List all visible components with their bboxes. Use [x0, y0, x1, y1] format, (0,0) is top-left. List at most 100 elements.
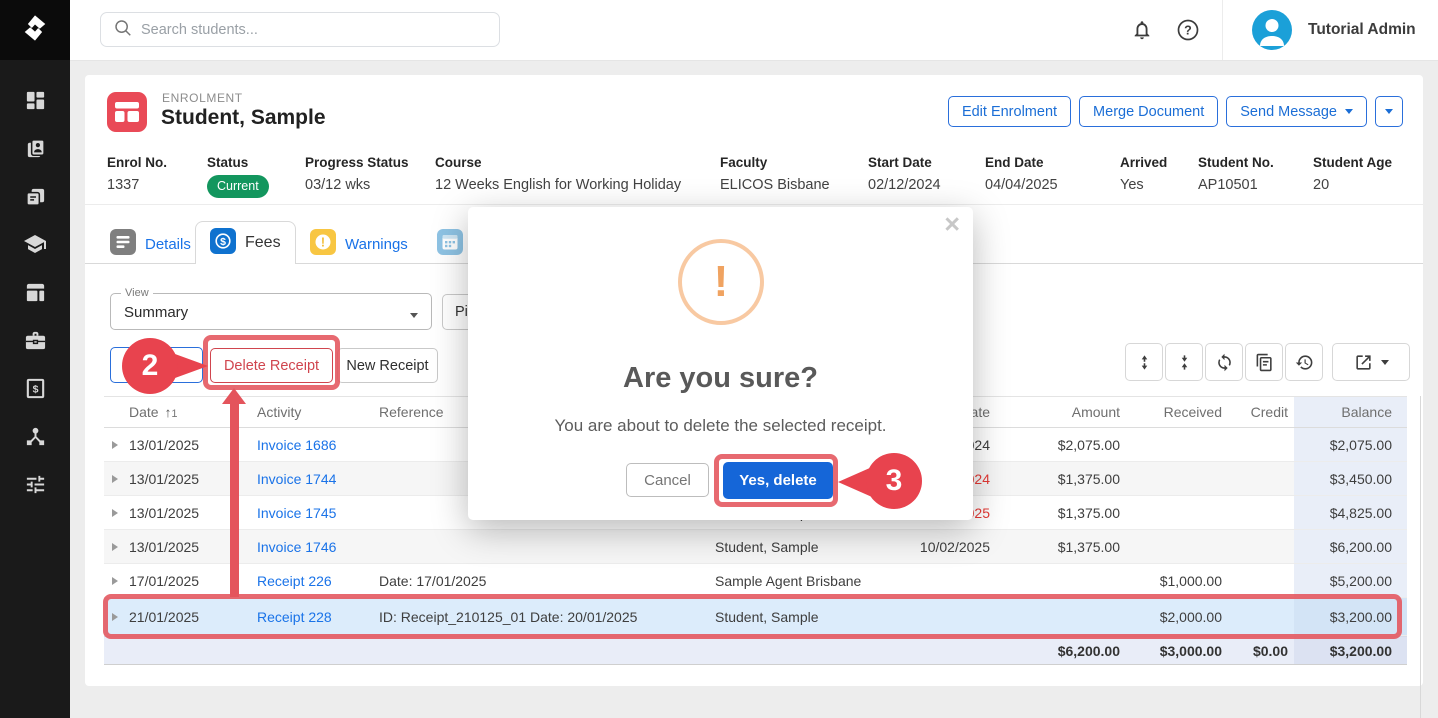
cell-activity-link[interactable]: Invoice 1686 [252, 437, 374, 453]
row-expand-icon[interactable] [112, 577, 118, 585]
col-activity[interactable]: Activity [252, 404, 374, 420]
col-received[interactable]: Received [1126, 404, 1228, 420]
table-row[interactable]: 17/01/2025 Receipt 226 Date: 17/01/2025 … [104, 564, 1407, 598]
field-faculty: FacultyELICOS Bisbane [720, 155, 830, 193]
table-row[interactable]: 13/01/2025 Invoice 1746 Student, Sample … [104, 530, 1407, 564]
students-icon[interactable] [23, 136, 47, 160]
topbar: ? Tutorial Admin [70, 0, 1438, 61]
cell-reference: Date: 17/01/2025 [374, 573, 710, 589]
row-expand-icon[interactable] [112, 543, 118, 551]
field-enrol-no: Enrol No.1337 [107, 155, 167, 193]
cell-balance: $4,825.00 [1294, 496, 1407, 529]
history-button[interactable] [1285, 343, 1323, 381]
cell-activity-link[interactable]: Invoice 1744 [252, 471, 374, 487]
tab-details[interactable]: Details [110, 229, 191, 260]
app-window: $ ? Tutorial Admin [0, 0, 1438, 718]
agents-icon[interactable] [23, 424, 47, 448]
svg-text:?: ? [1184, 23, 1192, 37]
view-select[interactable]: View Summary [110, 293, 432, 330]
cell-activity-link[interactable]: Invoice 1746 [252, 539, 374, 555]
merge-document-button[interactable]: Merge Document [1079, 96, 1218, 127]
field-end-date: End Date04/04/2025 [985, 155, 1058, 193]
timetable-icon[interactable] [23, 280, 47, 304]
export-button[interactable] [1332, 343, 1410, 381]
cell-activity-link[interactable]: Receipt 226 [252, 573, 374, 589]
logo-icon [16, 9, 54, 52]
sidebar-nav: $ [0, 88, 70, 496]
collapse-rows-button[interactable] [1165, 343, 1203, 381]
grid-toolbar [1125, 343, 1410, 381]
copy-button[interactable] [1245, 343, 1283, 381]
dashboard-icon[interactable] [23, 88, 47, 112]
total-received: $3,000.00 [1126, 643, 1228, 659]
search-input[interactable] [141, 22, 471, 38]
view-select-value: Summary [124, 304, 188, 321]
new-receipt-button[interactable]: New Receipt [337, 348, 438, 383]
view-select-label: View [121, 287, 153, 299]
cell-balance: $5,200.00 [1294, 564, 1407, 597]
field-course: Course12 Weeks English for Working Holid… [435, 155, 681, 193]
annotation-box-delete-receipt [203, 335, 340, 390]
cell-activity-link[interactable]: Invoice 1745 [252, 505, 374, 521]
calendar-icon [437, 229, 463, 260]
courses-icon[interactable] [23, 232, 47, 256]
svg-text:!: ! [321, 236, 325, 250]
search-icon [113, 18, 132, 42]
annotation-box-selected-row [103, 594, 1402, 639]
tab-warnings[interactable]: ! Warnings [310, 229, 408, 260]
cell-amount: $1,375.00 [996, 539, 1126, 555]
svg-text:$: $ [220, 235, 226, 247]
cell-balance: $6,200.00 [1294, 530, 1407, 563]
row-expand-icon[interactable] [112, 509, 118, 517]
col-credit[interactable]: Credit [1228, 404, 1294, 420]
total-balance: $3,200.00 [1294, 637, 1407, 664]
warning-icon: ! [310, 229, 336, 260]
search-box[interactable] [100, 12, 500, 47]
chevron-down-icon [410, 313, 418, 322]
refresh-button[interactable] [1205, 343, 1243, 381]
user-name[interactable]: Tutorial Admin [1308, 21, 1416, 39]
cell-received: $1,000.00 [1126, 573, 1228, 589]
svg-text:$: $ [32, 383, 38, 395]
cell-balance: $2,075.00 [1294, 428, 1407, 461]
row-expand-icon[interactable] [112, 475, 118, 483]
help-icon[interactable]: ? [1176, 18, 1200, 47]
documents-icon[interactable] [23, 184, 47, 208]
topbar-divider [1222, 0, 1223, 60]
expand-rows-button[interactable] [1125, 343, 1163, 381]
status-badge: Current [207, 175, 269, 198]
header-actions: Edit Enrolment Merge Document Send Messa… [948, 96, 1403, 127]
invoices-icon[interactable]: $ [23, 376, 47, 400]
more-actions-button[interactable] [1375, 96, 1403, 127]
edit-enrolment-button[interactable]: Edit Enrolment [948, 96, 1071, 127]
cancel-button[interactable]: Cancel [626, 463, 709, 497]
cell-contact: Student, Sample [710, 539, 904, 555]
chevron-down-icon [1381, 360, 1389, 369]
send-message-button[interactable]: Send Message [1226, 96, 1367, 127]
close-icon[interactable]: × [944, 209, 960, 240]
services-icon[interactable] [23, 328, 47, 352]
field-student-age: Student Age20 [1313, 155, 1392, 193]
annotation-step-3-badge: 3 [866, 453, 922, 509]
chevron-down-icon [1345, 109, 1353, 118]
annotation-arrow-line [230, 402, 239, 597]
row-expand-icon[interactable] [112, 441, 118, 449]
entity-label: ENROLMENT [162, 91, 243, 105]
totals-row: $6,200.00 $3,000.00 $0.00 $3,200.00 [104, 636, 1407, 665]
col-balance[interactable]: Balance [1294, 397, 1407, 427]
field-status: StatusCurrent [207, 155, 269, 198]
field-student-no: Student No.AP10501 [1198, 155, 1274, 193]
tab-fees[interactable]: $ Fees [195, 221, 296, 264]
notifications-bell-icon[interactable] [1131, 19, 1153, 46]
app-logo[interactable] [0, 0, 70, 60]
col-amount[interactable]: Amount [996, 404, 1126, 420]
tab-calendar[interactable] [437, 229, 472, 260]
cell-amount: $1,375.00 [996, 505, 1126, 521]
chevron-down-icon [1385, 109, 1393, 118]
avatar[interactable] [1252, 10, 1292, 50]
table-scrollbar[interactable] [1420, 396, 1421, 718]
alert-icon: ! [678, 239, 764, 325]
settings-icon[interactable] [23, 472, 47, 496]
cell-balance: $3,450.00 [1294, 462, 1407, 495]
student-no-link[interactable]: AP10501 [1198, 177, 1274, 193]
